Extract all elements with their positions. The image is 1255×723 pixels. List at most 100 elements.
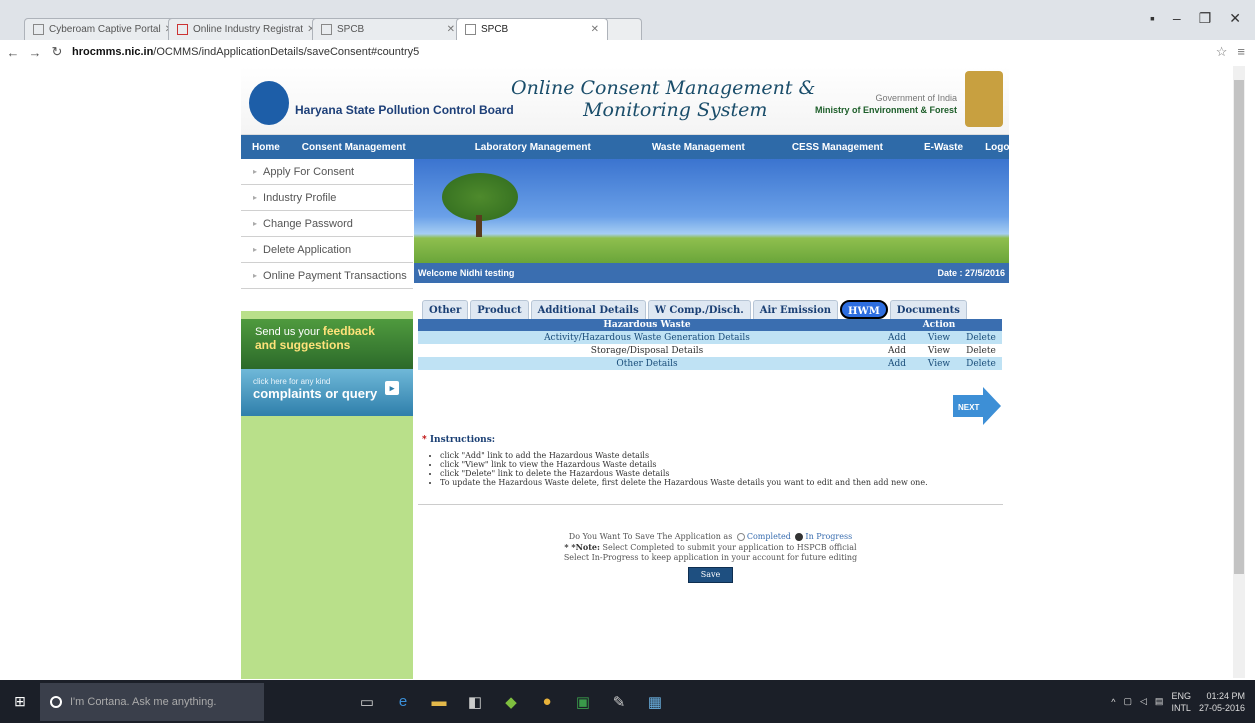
- task-view-icon[interactable]: ▭: [356, 693, 378, 711]
- save-section: Do You Want To Save The Application as C…: [418, 532, 1003, 583]
- tree-graphic: [442, 173, 518, 221]
- nav-laboratory-management[interactable]: Laboratory Management: [464, 142, 641, 153]
- browser-tab-4[interactable]: SPCB ✕: [456, 18, 608, 40]
- tab-w-comp-disch[interactable]: W Comp./Disch.: [647, 300, 751, 319]
- star-icon[interactable]: ☆: [1216, 44, 1228, 60]
- app-icon[interactable]: ◆: [500, 693, 522, 711]
- site-header: Haryana State Pollution Control Board On…: [241, 67, 1009, 135]
- ministry-text: Ministry of Environment & Forest: [814, 105, 957, 115]
- delete-link[interactable]: Delete: [960, 331, 1002, 344]
- nav-cess-management[interactable]: CESS Management: [781, 142, 913, 153]
- clock[interactable]: 01:24 PM 27-05-2016: [1199, 690, 1245, 714]
- store-icon[interactable]: ◧: [464, 693, 486, 711]
- in-progress-label: In Progress: [805, 532, 853, 541]
- nav-home[interactable]: Home: [241, 142, 291, 153]
- nav-e-waste[interactable]: E-Waste: [913, 142, 974, 153]
- delete-link[interactable]: Delete: [960, 344, 1002, 357]
- banner-image: [414, 159, 1009, 263]
- close-icon[interactable]: ✕: [587, 24, 599, 35]
- tab-documents[interactable]: Documents: [889, 300, 967, 319]
- next-label: NEXT: [958, 403, 979, 412]
- edge-icon[interactable]: e: [392, 693, 414, 711]
- cortana-search[interactable]: I'm Cortana. Ask me anything.: [40, 682, 264, 721]
- sidebar: Apply For Consent Industry Profile Chang…: [241, 159, 413, 679]
- user-icon[interactable]: ▪: [1150, 10, 1155, 27]
- volume-icon[interactable]: ◁: [1140, 696, 1147, 707]
- tab-additional-details[interactable]: Additional Details: [530, 300, 646, 319]
- nav-consent-management[interactable]: Consent Management: [291, 142, 464, 153]
- paint-icon[interactable]: ✎: [608, 693, 630, 711]
- completed-radio[interactable]: [736, 533, 745, 541]
- row-name: Other Details: [418, 357, 876, 370]
- sidebar-item-online-payment[interactable]: Online Payment Transactions: [241, 263, 413, 289]
- complaints-banner[interactable]: click here for any kind complaints or que…: [241, 369, 413, 416]
- instruction-item: click "View" link to view the Hazardous …: [440, 460, 928, 469]
- address-bar-row: ← → ↻ hrocmms.nic.in/OCMMS/indApplicatio…: [0, 40, 1255, 64]
- maximize-icon[interactable]: ❐: [1199, 10, 1212, 27]
- row-name: Activity/Hazardous Waste Generation Deta…: [418, 331, 876, 344]
- add-link[interactable]: Add: [876, 357, 918, 370]
- sidebar-item-delete-application[interactable]: Delete Application: [241, 237, 413, 263]
- url-host: hrocmms.nic.in: [72, 46, 154, 58]
- cortana-icon: [50, 695, 62, 708]
- instruction-item: click "Delete" link to delete the Hazard…: [440, 469, 928, 478]
- nav-logout[interactable]: Logout: [974, 142, 1030, 153]
- clock-date: 27-05-2016: [1198, 702, 1245, 713]
- forward-icon[interactable]: →: [26, 45, 44, 60]
- nav-waste-management[interactable]: Waste Management: [641, 142, 781, 153]
- tab-hwm[interactable]: HWM: [840, 300, 888, 319]
- calculator-icon[interactable]: ▦: [644, 693, 666, 711]
- tab-product[interactable]: Product: [470, 300, 529, 319]
- save-question: Do You Want To Save The Application as: [568, 532, 733, 541]
- sidebar-item-industry-profile[interactable]: Industry Profile: [241, 185, 413, 211]
- in-progress-radio[interactable]: [795, 533, 804, 541]
- add-link[interactable]: Add: [876, 331, 918, 344]
- clock-time: 01:24 PM: [1206, 690, 1245, 701]
- sidebar-item-apply-consent[interactable]: Apply For Consent: [241, 159, 413, 185]
- view-link[interactable]: View: [918, 331, 960, 344]
- browser-chrome: Cyberoam Captive Portal✕ Online Industry…: [0, 0, 1255, 64]
- delete-link[interactable]: Delete: [960, 357, 1002, 370]
- spcb-icon: [465, 24, 476, 35]
- close-window-icon[interactable]: ✕: [1229, 10, 1241, 27]
- browser-tab-1[interactable]: Cyberoam Captive Portal✕: [24, 18, 176, 40]
- browser-tab-3[interactable]: SPCB ✕: [312, 18, 464, 40]
- window-controls: ▪ – ❐ ✕: [1150, 10, 1255, 27]
- header-action: Action: [876, 319, 1002, 331]
- view-link[interactable]: View: [918, 357, 960, 370]
- file-explorer-icon[interactable]: ▬: [428, 693, 450, 711]
- reload-icon[interactable]: ↻: [48, 44, 66, 60]
- tab-label: Cyberoam Captive Portal: [49, 24, 161, 35]
- welcome-bar: Welcome Nidhi testing Date : 27/5/2016: [414, 263, 1009, 283]
- minimize-icon[interactable]: –: [1173, 10, 1181, 27]
- windows-start-icon[interactable]: ⊞: [0, 693, 40, 710]
- save-button[interactable]: Save: [687, 567, 734, 583]
- tab-air-emission[interactable]: Air Emission: [752, 300, 839, 319]
- language-indicator[interactable]: ENG INTL: [1171, 690, 1191, 714]
- address-bar[interactable]: hrocmms.nic.in/OCMMS/indApplicationDetai…: [72, 46, 419, 58]
- feedback-text: Send us your: [255, 326, 320, 338]
- sidebar-item-change-password[interactable]: Change Password: [241, 211, 413, 237]
- browser-tab-2[interactable]: Online Industry Registrat✕: [168, 18, 320, 40]
- feedback-banner[interactable]: Send us your feedback and suggestions: [241, 319, 413, 369]
- tab-other[interactable]: Other: [422, 300, 469, 319]
- taskbar-apps: ▭ e ▬ ◧ ◆ ● ▣ ✎ ▦: [356, 693, 666, 711]
- page-scrollbar[interactable]: [1233, 66, 1245, 678]
- title-line-1: Online Consent Management &: [511, 77, 816, 99]
- close-icon[interactable]: ✕: [443, 24, 455, 35]
- menu-icon[interactable]: ≡: [1237, 44, 1245, 60]
- sidebar-menu: Apply For Consent Industry Profile Chang…: [241, 159, 413, 289]
- chrome-icon[interactable]: ●: [536, 693, 558, 711]
- scrollbar-thumb[interactable]: [1234, 80, 1244, 574]
- next-button[interactable]: NEXT: [953, 387, 1001, 425]
- back-icon[interactable]: ←: [4, 45, 22, 60]
- network-icon[interactable]: ▢: [1123, 696, 1132, 707]
- instructions-heading: Instructions:: [422, 435, 928, 445]
- excel-icon[interactable]: ▣: [572, 693, 594, 711]
- chevron-up-icon[interactable]: ^: [1111, 697, 1115, 707]
- add-link[interactable]: Add: [876, 344, 918, 357]
- site-container: Haryana State Pollution Control Board On…: [241, 67, 1019, 679]
- notification-icon[interactable]: ▤: [1155, 696, 1164, 707]
- view-link[interactable]: View: [918, 344, 960, 357]
- header-hazardous-waste: Hazardous Waste: [418, 319, 876, 331]
